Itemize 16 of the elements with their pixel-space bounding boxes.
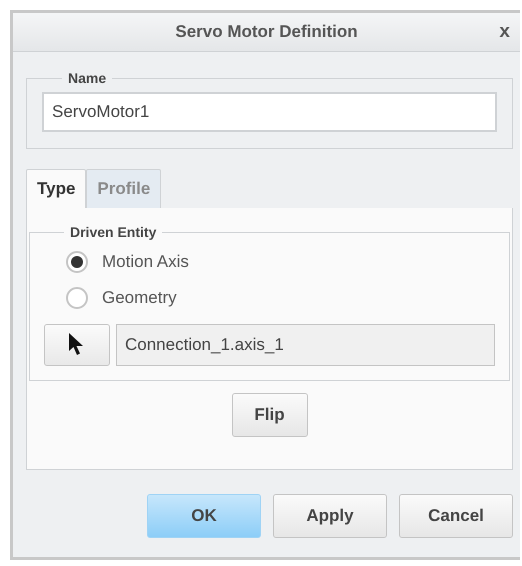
dialog-button[interactable]: Cancel: [399, 494, 513, 538]
reference-field[interactable]: Connection_1.axis_1: [116, 324, 495, 366]
radio-button[interactable]: [66, 287, 88, 309]
radio-button[interactable]: [66, 251, 88, 273]
close-button[interactable]: x: [495, 19, 514, 45]
flip-button[interactable]: Flip: [232, 393, 308, 437]
window-title: Servo Motor Definition: [175, 22, 358, 42]
select-button[interactable]: [44, 324, 110, 366]
radio-label: Geometry: [102, 288, 177, 308]
dialog-button[interactable]: Apply: [273, 494, 387, 538]
group-label: Name: [67, 70, 108, 86]
group-label: Driven Entity: [69, 224, 158, 240]
dialog-button[interactable]: OK: [147, 494, 261, 538]
tab[interactable]: Type: [26, 169, 86, 208]
name-field[interactable]: ServoMotor1: [42, 92, 497, 132]
radio-label: Motion Axis: [102, 252, 189, 272]
